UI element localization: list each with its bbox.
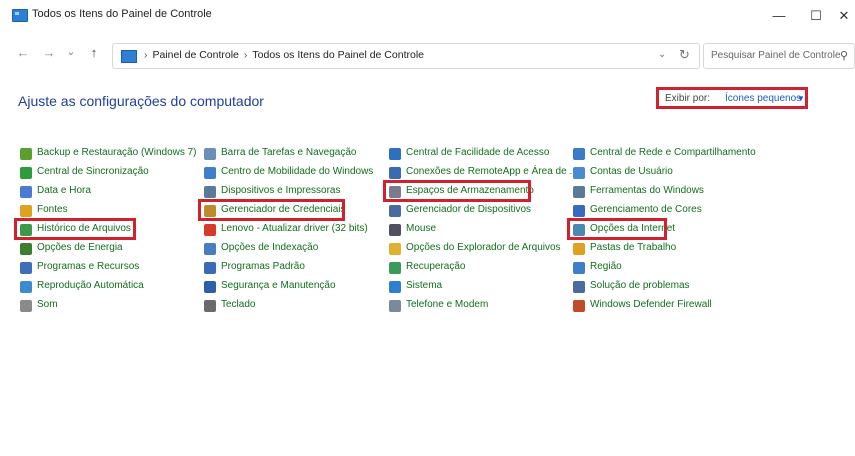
item-icon — [573, 300, 585, 312]
item-label[interactable]: Som — [37, 299, 58, 310]
highlight-box — [383, 180, 531, 202]
item-label[interactable]: Backup e Restauração (Windows 7) — [37, 147, 197, 158]
item-icon — [389, 224, 401, 236]
item-icon — [573, 186, 585, 198]
item-icon — [204, 281, 216, 293]
item-icon — [573, 148, 585, 160]
item-icon — [389, 205, 401, 217]
highlight-box — [567, 218, 667, 240]
item-label[interactable]: Pastas de Trabalho — [590, 242, 676, 253]
item-icon — [573, 281, 585, 293]
back-button[interactable]: ← — [14, 45, 32, 60]
item-label[interactable]: Lenovo - Atualizar driver (32 bits) — [221, 223, 368, 234]
item-label[interactable]: Fontes — [37, 204, 68, 215]
item-icon — [573, 167, 585, 179]
breadcrumb-painel[interactable]: Painel de Controle — [153, 49, 239, 61]
item-label[interactable]: Gerenciamento de Cores — [590, 204, 702, 215]
item-icon — [20, 167, 32, 179]
item-icon — [204, 243, 216, 255]
item-label[interactable]: Ferramentas do Windows — [590, 185, 704, 196]
item-icon — [389, 167, 401, 179]
item-label[interactable]: Teclado — [221, 299, 255, 310]
control-panel-location-icon — [121, 50, 137, 63]
item-icon — [20, 281, 32, 293]
item-icon — [20, 148, 32, 160]
item-label[interactable]: Sistema — [406, 280, 442, 291]
item-label[interactable]: Opções de Indexação — [221, 242, 318, 253]
item-icon — [204, 167, 216, 179]
item-label[interactable]: Reprodução Automática — [37, 280, 144, 291]
search-input[interactable]: Pesquisar Painel de Controle — [711, 50, 841, 61]
item-label[interactable]: Contas de Usuário — [590, 166, 673, 177]
view-by-selector[interactable]: Exibir por: Ícones pequenos ▼ — [656, 87, 808, 109]
item-label[interactable]: Conexões de RemoteApp e Área de ... — [406, 166, 578, 177]
item-icon — [389, 262, 401, 274]
item-icon — [573, 205, 585, 217]
item-icon — [20, 205, 32, 217]
item-label[interactable]: Recuperação — [406, 261, 465, 272]
item-icon — [389, 148, 401, 160]
item-label[interactable]: Windows Defender Firewall — [590, 299, 712, 310]
chevron-down-icon[interactable]: ▼ — [797, 94, 805, 103]
item-icon — [389, 281, 401, 293]
item-label[interactable]: Central de Sincronização — [37, 166, 149, 177]
item-icon — [20, 186, 32, 198]
address-bar[interactable]: › Painel de Controle › Todos os Itens do Pa… — [112, 43, 700, 69]
item-label[interactable]: Data e Hora — [37, 185, 91, 196]
item-icon — [204, 224, 216, 236]
item-icon — [20, 262, 32, 274]
item-icon — [204, 186, 216, 198]
item-label[interactable]: Dispositivos e Impressoras — [221, 185, 340, 196]
item-icon — [204, 148, 216, 160]
item-label[interactable]: Telefone e Modem — [406, 299, 488, 310]
item-label[interactable]: Gerenciador de Dispositivos — [406, 204, 531, 215]
search-icon[interactable]: ⚲ — [840, 49, 848, 62]
item-label[interactable]: Solução de problemas — [590, 280, 690, 291]
item-label[interactable]: Barra de Tarefas e Navegação — [221, 147, 356, 158]
item-label[interactable]: Região — [590, 261, 622, 272]
item-label[interactable]: Opções de Energia — [37, 242, 123, 253]
forward-button[interactable]: → — [40, 45, 58, 60]
item-label[interactable]: Programas Padrão — [221, 261, 305, 272]
breadcrumb: › Painel de Controle › Todos os Itens do Pa… — [144, 49, 424, 61]
address-dropdown-icon[interactable]: ⌄ — [658, 49, 666, 60]
item-icon — [204, 300, 216, 312]
title-bar: Todos os Itens do Painel de Controle — ☐… — [0, 0, 855, 36]
view-by-value[interactable]: Ícones pequenos — [725, 93, 801, 104]
maximize-button[interactable]: ☐ — [802, 5, 830, 27]
window-title: Todos os Itens do Painel de Controle — [32, 8, 212, 20]
item-icon — [20, 300, 32, 312]
item-icon — [573, 262, 585, 274]
item-label[interactable]: Centro de Mobilidade do Windows — [221, 166, 373, 177]
item-icon — [389, 300, 401, 312]
breadcrumb-todos-itens[interactable]: Todos os Itens do Painel de Controle — [252, 49, 424, 61]
item-icon — [204, 262, 216, 274]
item-icon — [573, 243, 585, 255]
close-button[interactable]: ✕ — [830, 5, 855, 27]
highlight-box — [14, 218, 136, 240]
minimize-button[interactable]: — — [765, 5, 793, 27]
refresh-icon[interactable]: ↻ — [679, 47, 690, 63]
view-by-label: Exibir por: — [665, 93, 711, 104]
item-label[interactable]: Mouse — [406, 223, 436, 234]
item-label[interactable]: Central de Rede e Compartilhamento — [590, 147, 756, 158]
highlight-box — [198, 199, 345, 221]
up-button[interactable]: ↑ — [85, 45, 103, 60]
item-label[interactable]: Opções do Explorador de Arquivos — [406, 242, 561, 253]
search-box[interactable]: Pesquisar Painel de Controle ⚲ — [703, 43, 855, 69]
navigation-bar: ← → ⌄ ↑ › Painel de Controle › Todos os Ite… — [0, 40, 855, 70]
recent-locations-button[interactable]: ⌄ — [62, 45, 80, 58]
item-label[interactable]: Central de Facilidade de Acesso — [406, 147, 549, 158]
control-panel-icon — [12, 9, 28, 22]
item-icon — [389, 243, 401, 255]
item-label[interactable]: Programas e Recursos — [37, 261, 139, 272]
item-label[interactable]: Segurança e Manutenção — [221, 280, 336, 291]
item-icon — [20, 243, 32, 255]
page-title: Ajuste as configurações do computador — [18, 93, 264, 109]
